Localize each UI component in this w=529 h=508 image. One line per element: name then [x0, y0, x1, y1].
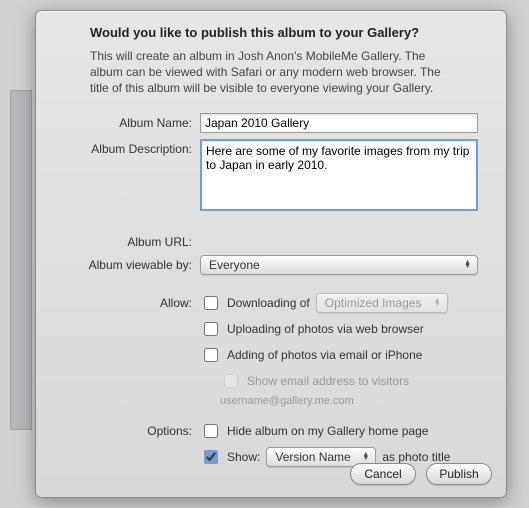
show-email-line: Show email address to visitors	[220, 371, 488, 391]
allow-uploading-checkbox[interactable]	[204, 322, 218, 336]
allow-downloading-label: Downloading of	[227, 296, 310, 310]
viewable-by-value: Everyone	[209, 258, 260, 272]
downloading-type-select: Optimized Images ▲▼	[316, 293, 448, 313]
label-allow: Allow:	[50, 293, 200, 310]
row-album-name: Album Name:	[50, 113, 492, 133]
updown-arrows-icon: ▲▼	[434, 299, 441, 307]
album-description-textarea[interactable]	[200, 139, 478, 211]
publish-button[interactable]: Publish	[426, 463, 492, 485]
label-album-description: Album Description:	[50, 139, 200, 156]
show-title-checkbox[interactable]	[204, 450, 218, 464]
dialog-heading: Would you like to publish this album to …	[90, 25, 452, 40]
row-allow: Allow: Downloading of Optimized Images ▲…	[50, 293, 492, 415]
allow-downloading-checkbox[interactable]	[204, 296, 218, 310]
allow-uploading-line: Uploading of photos via web browser	[200, 319, 488, 339]
show-email-checkbox	[224, 374, 238, 388]
hide-album-line: Hide album on my Gallery home page	[200, 421, 488, 441]
label-album-name: Album Name:	[50, 113, 200, 130]
allow-adding-checkbox[interactable]	[204, 348, 218, 362]
row-album-url: Album URL:	[50, 232, 492, 249]
show-email-label: Show email address to visitors	[247, 374, 409, 388]
row-album-description: Album Description:	[50, 139, 492, 214]
cancel-button[interactable]: Cancel	[350, 463, 416, 485]
updown-arrows-icon: ▲▼	[464, 261, 471, 269]
downloading-type-value: Optimized Images	[325, 296, 422, 310]
gallery-email-address: username@gallery.me.com	[220, 395, 488, 407]
dialog-footer: Cancel Publish	[350, 463, 492, 485]
publish-album-dialog: Would you like to publish this album to …	[35, 10, 507, 498]
show-title-suffix: as photo title	[382, 450, 450, 464]
label-options: Options:	[50, 421, 200, 438]
show-title-value: Version Name	[275, 450, 350, 464]
show-title-label: Show:	[227, 450, 260, 464]
dialog-intro: This will create an album in Josh Anon's…	[90, 48, 452, 97]
allow-uploading-label: Uploading of photos via web browser	[227, 322, 424, 336]
updown-arrows-icon: ▲▼	[362, 453, 369, 461]
album-name-input[interactable]	[200, 113, 478, 133]
allow-adding-label: Adding of photos via email or iPhone	[227, 348, 422, 362]
allow-downloading-line: Downloading of Optimized Images ▲▼	[200, 293, 488, 313]
hide-album-label: Hide album on my Gallery home page	[227, 424, 428, 438]
label-viewable-by: Album viewable by:	[50, 255, 200, 272]
hide-album-checkbox[interactable]	[204, 424, 218, 438]
dialog-form: Album Name: Album Description: Album URL…	[50, 113, 492, 473]
allow-adding-line: Adding of photos via email or iPhone	[200, 345, 488, 365]
row-viewable-by: Album viewable by: Everyone ▲▼	[50, 255, 492, 275]
viewable-by-select[interactable]: Everyone ▲▼	[200, 255, 478, 275]
label-album-url: Album URL:	[50, 232, 200, 249]
background-thumbnail-strip	[10, 90, 32, 430]
